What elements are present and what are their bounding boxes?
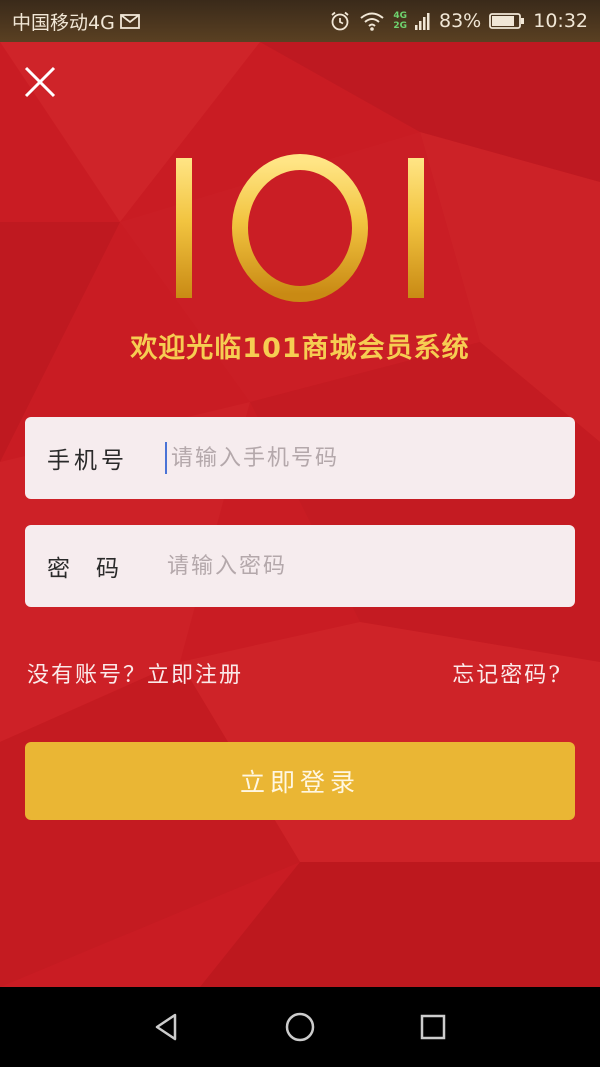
carrier-name: 中国移动4G: [12, 11, 115, 34]
battery-percent: 83%: [439, 10, 482, 32]
phone-field[interactable]: 手机号: [25, 417, 575, 499]
phone-label: 手机号: [47, 448, 128, 474]
clock: 10:32: [533, 10, 588, 32]
logo-101: [176, 154, 424, 302]
status-right: 4G 2G 83% 10:32: [329, 10, 588, 32]
battery-icon: [489, 13, 525, 29]
wifi-icon: [360, 12, 384, 31]
status-left: 中国移动4G: [12, 8, 141, 35]
network-4g: 4G: [393, 11, 407, 21]
network-2g: 2G: [393, 21, 407, 31]
alarm-icon: [331, 11, 349, 31]
register-link[interactable]: 没有账号？立即注册: [27, 657, 243, 689]
phone-input[interactable]: [167, 445, 571, 471]
network-type: 4G 2G: [393, 11, 407, 31]
login-button[interactable]: 立即登录: [25, 742, 575, 820]
mail-icon: [119, 14, 140, 29]
back-icon[interactable]: [147, 1007, 187, 1047]
forgot-password-link[interactable]: 忘记密码?: [452, 657, 562, 689]
close-icon[interactable]: [20, 62, 60, 102]
password-field[interactable]: 密码: [25, 525, 575, 607]
password-label: 密码: [47, 556, 145, 582]
welcome-title: 欢迎光临101商城会员系统: [130, 333, 470, 364]
home-icon[interactable]: [280, 1007, 320, 1047]
password-input[interactable]: [157, 553, 567, 579]
navigation-bar: [0, 987, 600, 1067]
login-screen: 中国移动4G 4G 2G 83% 10:32 欢迎光临101商城会员系统 手机号…: [0, 0, 600, 1067]
signal-icon: [415, 13, 430, 30]
recents-icon[interactable]: [413, 1007, 453, 1047]
status-bar: 中国移动4G 4G 2G 83% 10:32: [0, 0, 600, 42]
